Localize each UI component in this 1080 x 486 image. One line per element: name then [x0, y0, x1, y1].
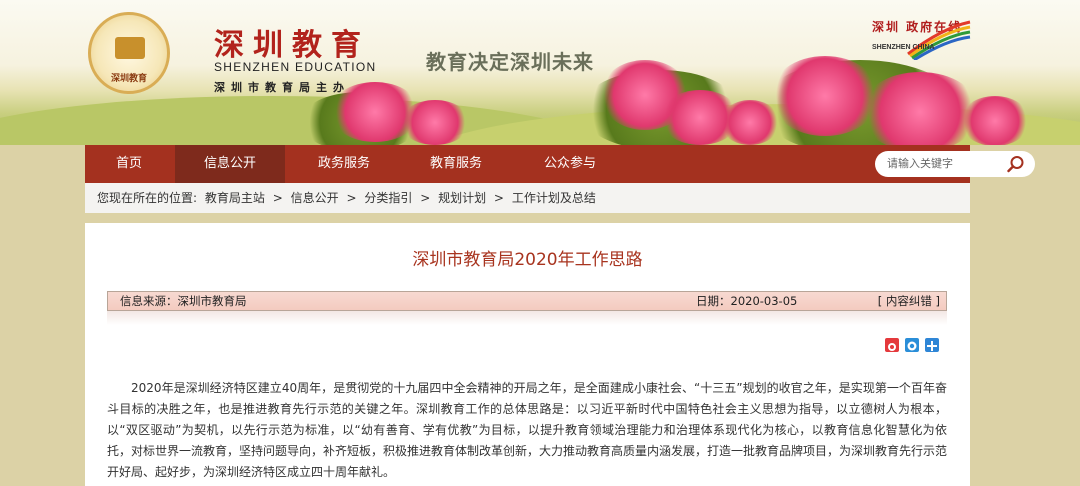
- breadcrumb-link[interactable]: 教育局主站: [205, 191, 265, 205]
- flower-decoration: [960, 96, 1030, 145]
- site-title: 深圳教育: [214, 28, 370, 63]
- add-share-icon[interactable]: [925, 338, 939, 352]
- content-error-report-link[interactable]: [ 内容纠错 ]: [878, 292, 940, 310]
- weibo-icon[interactable]: [885, 338, 899, 352]
- shenzhen-government-logo[interactable]: 深圳 政府在线 SHENZHEN CHINA: [872, 18, 972, 60]
- rainbow-swoosh-icon: [907, 20, 971, 60]
- breadcrumb-separator: >: [420, 191, 431, 205]
- nav-information-disclosure[interactable]: 信息公开: [175, 145, 285, 183]
- breadcrumb-link[interactable]: 信息公开: [291, 191, 339, 205]
- article-date: 日期：2020-03-05: [696, 294, 798, 308]
- shenzhen-logo-en: SHENZHEN CHINA: [872, 44, 935, 51]
- info-bar-shadow: [107, 311, 947, 325]
- main-nav: 首页 信息公开 政务服务 教育服务 公众参与 请输入关键字: [85, 145, 1035, 183]
- nav-home[interactable]: 首页: [85, 145, 173, 183]
- breadcrumb-link[interactable]: 规划计划: [438, 191, 486, 205]
- article-source: 信息来源：深圳市教育局: [120, 294, 247, 308]
- article-body-paragraph: 2020年是深圳经济特区建立40周年，是贯彻党的十九届四中全会精神的开局之年，是…: [107, 381, 948, 479]
- breadcrumb-link[interactable]: 分类指引: [364, 191, 412, 205]
- flower-decoration: [860, 72, 980, 145]
- search-icon[interactable]: [1007, 155, 1025, 173]
- nav-education-services[interactable]: 教育服务: [401, 145, 511, 183]
- site-header: 深圳教育 深圳教育 SHENZHEN EDUCATION 深圳市教育局主办 教育…: [0, 0, 1080, 145]
- seal-text: 深圳教育: [110, 74, 147, 84]
- site-logo-seal[interactable]: 深圳教育: [88, 12, 170, 94]
- nav-government-services[interactable]: 政务服务: [289, 145, 399, 183]
- search-input[interactable]: 请输入关键字: [887, 151, 953, 177]
- flower-decoration: [720, 100, 780, 145]
- slogan: 教育决定深圳未来: [426, 50, 594, 74]
- article-title: 深圳市教育局2020年工作思路: [412, 250, 643, 270]
- breadcrumb-separator: >: [493, 191, 504, 205]
- breadcrumb-separator: >: [272, 191, 283, 205]
- site-title-en: SHENZHEN EDUCATION: [214, 60, 377, 74]
- breadcrumb-separator: >: [346, 191, 357, 205]
- search-box[interactable]: 请输入关键字: [875, 151, 1035, 177]
- article-info-bar: 信息来源：深圳市教育局 日期：2020-03-05 [ 内容纠错 ]: [107, 291, 947, 311]
- breadcrumb-link[interactable]: 工作计划及总结: [512, 191, 596, 205]
- breadcrumb-prefix: 您现在所在的位置:: [97, 191, 198, 205]
- article-panel: 深圳市教育局2020年工作思路 信息来源：深圳市教育局 日期：2020-03-0…: [85, 223, 970, 486]
- book-icon: [115, 37, 145, 59]
- qzone-icon[interactable]: [905, 338, 919, 352]
- site-subtitle: 深圳市教育局主办: [214, 82, 350, 94]
- flower-decoration: [400, 100, 470, 145]
- breadcrumb: 您现在所在的位置: 教育局主站 > 信息公开 > 分类指引 > 规划计划 > 工…: [85, 183, 970, 213]
- nav-public-participation[interactable]: 公众参与: [515, 145, 625, 183]
